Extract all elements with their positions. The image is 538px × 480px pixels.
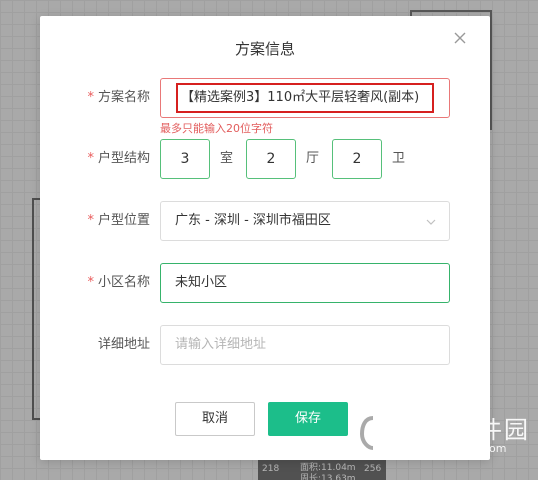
rooms-input[interactable]: 3 — [160, 139, 210, 179]
address-row: 详细地址 请输入详细地址 — [40, 325, 490, 365]
save-button[interactable]: 保存 — [268, 402, 348, 436]
baths-unit: 卫 — [392, 151, 406, 166]
community-row: * 小区名称 未知小区 — [40, 263, 490, 303]
community-input[interactable]: 未知小区 — [160, 263, 450, 303]
required-mark: * — [87, 275, 94, 290]
required-mark: * — [87, 213, 94, 228]
location-label-text: 户型位置 — [97, 213, 150, 228]
halls-unit: 厅 — [306, 151, 320, 166]
close-icon[interactable] — [452, 30, 468, 46]
baths-input[interactable]: 2 — [332, 139, 382, 179]
rooms-unit: 室 — [220, 151, 234, 166]
required-mark: * — [87, 90, 94, 105]
name-label: * 方案名称 — [80, 78, 150, 118]
layout-label: * 户型结构 — [80, 139, 150, 179]
chevron-down-icon — [425, 216, 437, 228]
watermark: 当下软件园 www.downxia.com — [350, 400, 530, 470]
name-error-message: 最多只能输入20位字符 — [160, 122, 273, 135]
location-row: * 户型位置 广东 - 深圳 - 深圳市福田区 — [40, 201, 490, 241]
location-value: 广东 - 深圳 - 深圳市福田区 — [175, 213, 331, 228]
dialog-title: 方案信息 — [234, 40, 295, 58]
address-input[interactable]: 请输入详细地址 — [160, 325, 450, 365]
layout-row: * 户型结构 3 室 2 厅 2 卫 — [40, 139, 490, 179]
scheme-name-value: 【精选案例3】110㎡大平层轻奢风(副本) — [176, 83, 434, 113]
address-label: 详细地址 — [97, 337, 150, 352]
required-mark: * — [87, 151, 94, 166]
cancel-button[interactable]: 取消 — [175, 402, 255, 436]
location-label: * 户型位置 — [80, 201, 150, 241]
halls-input[interactable]: 2 — [246, 139, 296, 179]
watermark-url: www.downxia.com — [404, 442, 507, 455]
watermark-logo-icon — [350, 406, 396, 460]
location-select[interactable]: 广东 - 深圳 - 深圳市福田区 — [160, 201, 450, 241]
watermark-name: 当下软件园 — [400, 416, 530, 444]
community-label: * 小区名称 — [80, 263, 150, 303]
name-label-text: 方案名称 — [97, 90, 150, 105]
scheme-info-dialog: 方案信息 * 方案名称 【精选案例3】110㎡大平层轻奢风(副本) 最多只能输入2… — [40, 16, 490, 460]
address-placeholder: 请输入详细地址 — [175, 337, 267, 352]
layout-label-text: 户型结构 — [97, 151, 150, 166]
community-label-text: 小区名称 — [97, 275, 150, 290]
